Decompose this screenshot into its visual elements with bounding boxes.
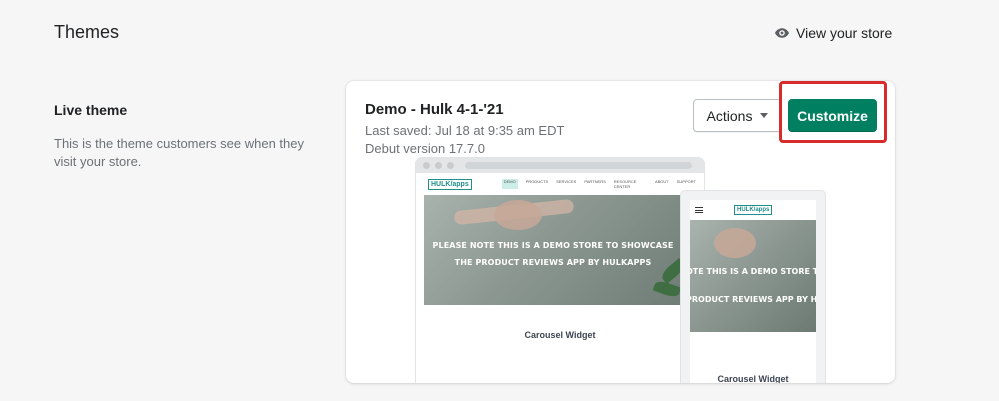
store-logo: HULK/apps	[428, 178, 472, 190]
leaf-shape	[652, 278, 682, 300]
window-dot	[435, 162, 442, 169]
caret-down-icon	[760, 113, 769, 118]
page-title: Themes	[54, 22, 120, 42]
theme-name: Demo - Hulk 4-1-'21	[365, 101, 504, 118]
mobile-hero-text: OTE THIS IS A DEMO STORE TO S PRODUCT RE…	[690, 258, 816, 314]
hero-text: PLEASE NOTE THIS IS A DEMO STORE TO SHOW…	[424, 237, 682, 271]
hero-line: OTE THIS IS A DEMO STORE TO S	[690, 267, 816, 276]
mobile-hero-banner: OTE THIS IS A DEMO STORE TO S PRODUCT RE…	[690, 220, 816, 332]
mobile-preview[interactable]: HULK/apps OTE THIS IS A DEMO STORE TO S …	[681, 191, 825, 383]
site-nav: HULK/apps DEMO PRODUCTS SERVICES PARTNER…	[416, 173, 704, 195]
store-logo: HULK/apps	[734, 205, 773, 215]
nav-link: PARTNERS	[584, 179, 606, 184]
nav-link: DEMO	[501, 179, 518, 189]
theme-last-saved: Last saved: Jul 18 at 9:35 am EDT	[365, 123, 565, 138]
desktop-preview[interactable]: HULK/apps DEMO PRODUCTS SERVICES PARTNER…	[416, 158, 704, 383]
hamburger-icon	[695, 207, 703, 213]
actions-label: Actions	[706, 107, 753, 124]
section-title: Live theme	[54, 102, 128, 118]
mobile-screen: HULK/apps OTE THIS IS A DEMO STORE TO S …	[690, 200, 816, 383]
url-bar	[465, 162, 692, 169]
theme-version: Debut version 17.7.0	[365, 141, 485, 156]
nav-link: SERVICES	[556, 179, 577, 184]
nav-links: DEMO PRODUCTS SERVICES PARTNERS RESOURCE…	[501, 179, 696, 189]
eye-icon	[774, 28, 790, 38]
carousel-widget-label: Carousel Widget	[717, 374, 789, 383]
hero-line: THE PRODUCT REVIEWS APP BY HULKAPPS	[454, 258, 652, 267]
window-dot	[423, 162, 430, 169]
hero-line: PRODUCT REVIEWS APP BY HULK	[690, 295, 816, 304]
hero-line: PLEASE NOTE THIS IS A DEMO STORE TO SHOW…	[432, 241, 674, 250]
live-theme-card: Demo - Hulk 4-1-'21 Last saved: Jul 18 a…	[346, 81, 895, 383]
nav-link: RESOURCE CENTER	[613, 179, 637, 189]
carousel-widget-label: Carousel Widget	[524, 330, 596, 340]
section-description: This is the theme customers see when the…	[54, 136, 305, 169]
customize-button[interactable]: Customize	[788, 99, 877, 132]
nav-link: ABOUT	[654, 179, 669, 184]
window-dot	[447, 162, 454, 169]
nav-link: SUPPORT	[676, 179, 696, 184]
hero-photo-shape	[494, 200, 542, 230]
view-store-link[interactable]: View your store	[774, 25, 892, 41]
hero-photo-shape	[714, 228, 756, 258]
mobile-nav: HULK/apps	[690, 200, 816, 220]
actions-button[interactable]: Actions	[693, 99, 782, 132]
browser-bar	[416, 158, 704, 173]
hero-banner: PLEASE NOTE THIS IS A DEMO STORE TO SHOW…	[424, 195, 682, 305]
view-store-label: View your store	[796, 25, 893, 41]
nav-link: PRODUCTS	[525, 179, 549, 184]
